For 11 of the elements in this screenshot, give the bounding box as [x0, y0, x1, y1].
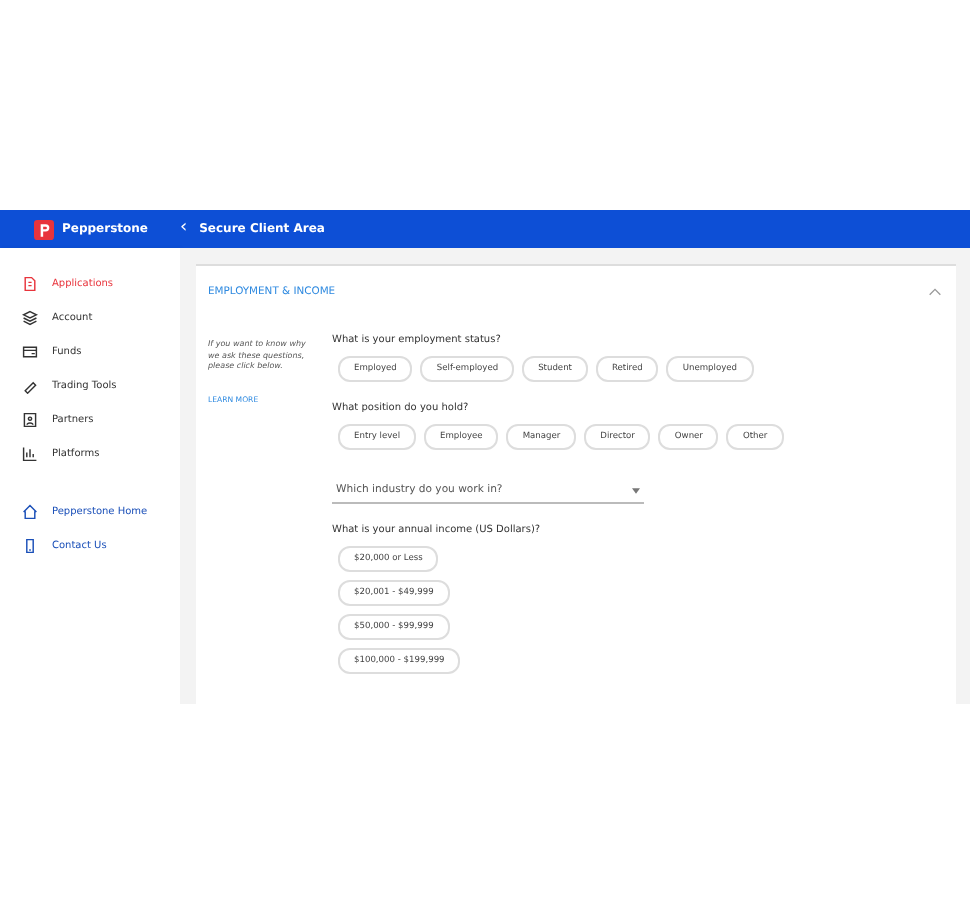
layers-icon: [22, 309, 38, 325]
chart-icon: [22, 445, 38, 461]
person-icon: [22, 411, 38, 427]
document-icon: [22, 275, 38, 291]
wallet-icon: [22, 343, 38, 359]
back-button[interactable]: ‹: [180, 220, 188, 238]
home-icon: [22, 503, 38, 519]
phone-icon: [22, 537, 38, 553]
logo-icon: [34, 219, 54, 239]
chevron-icon[interactable]: [928, 288, 942, 296]
caret-icon: [632, 487, 640, 493]
